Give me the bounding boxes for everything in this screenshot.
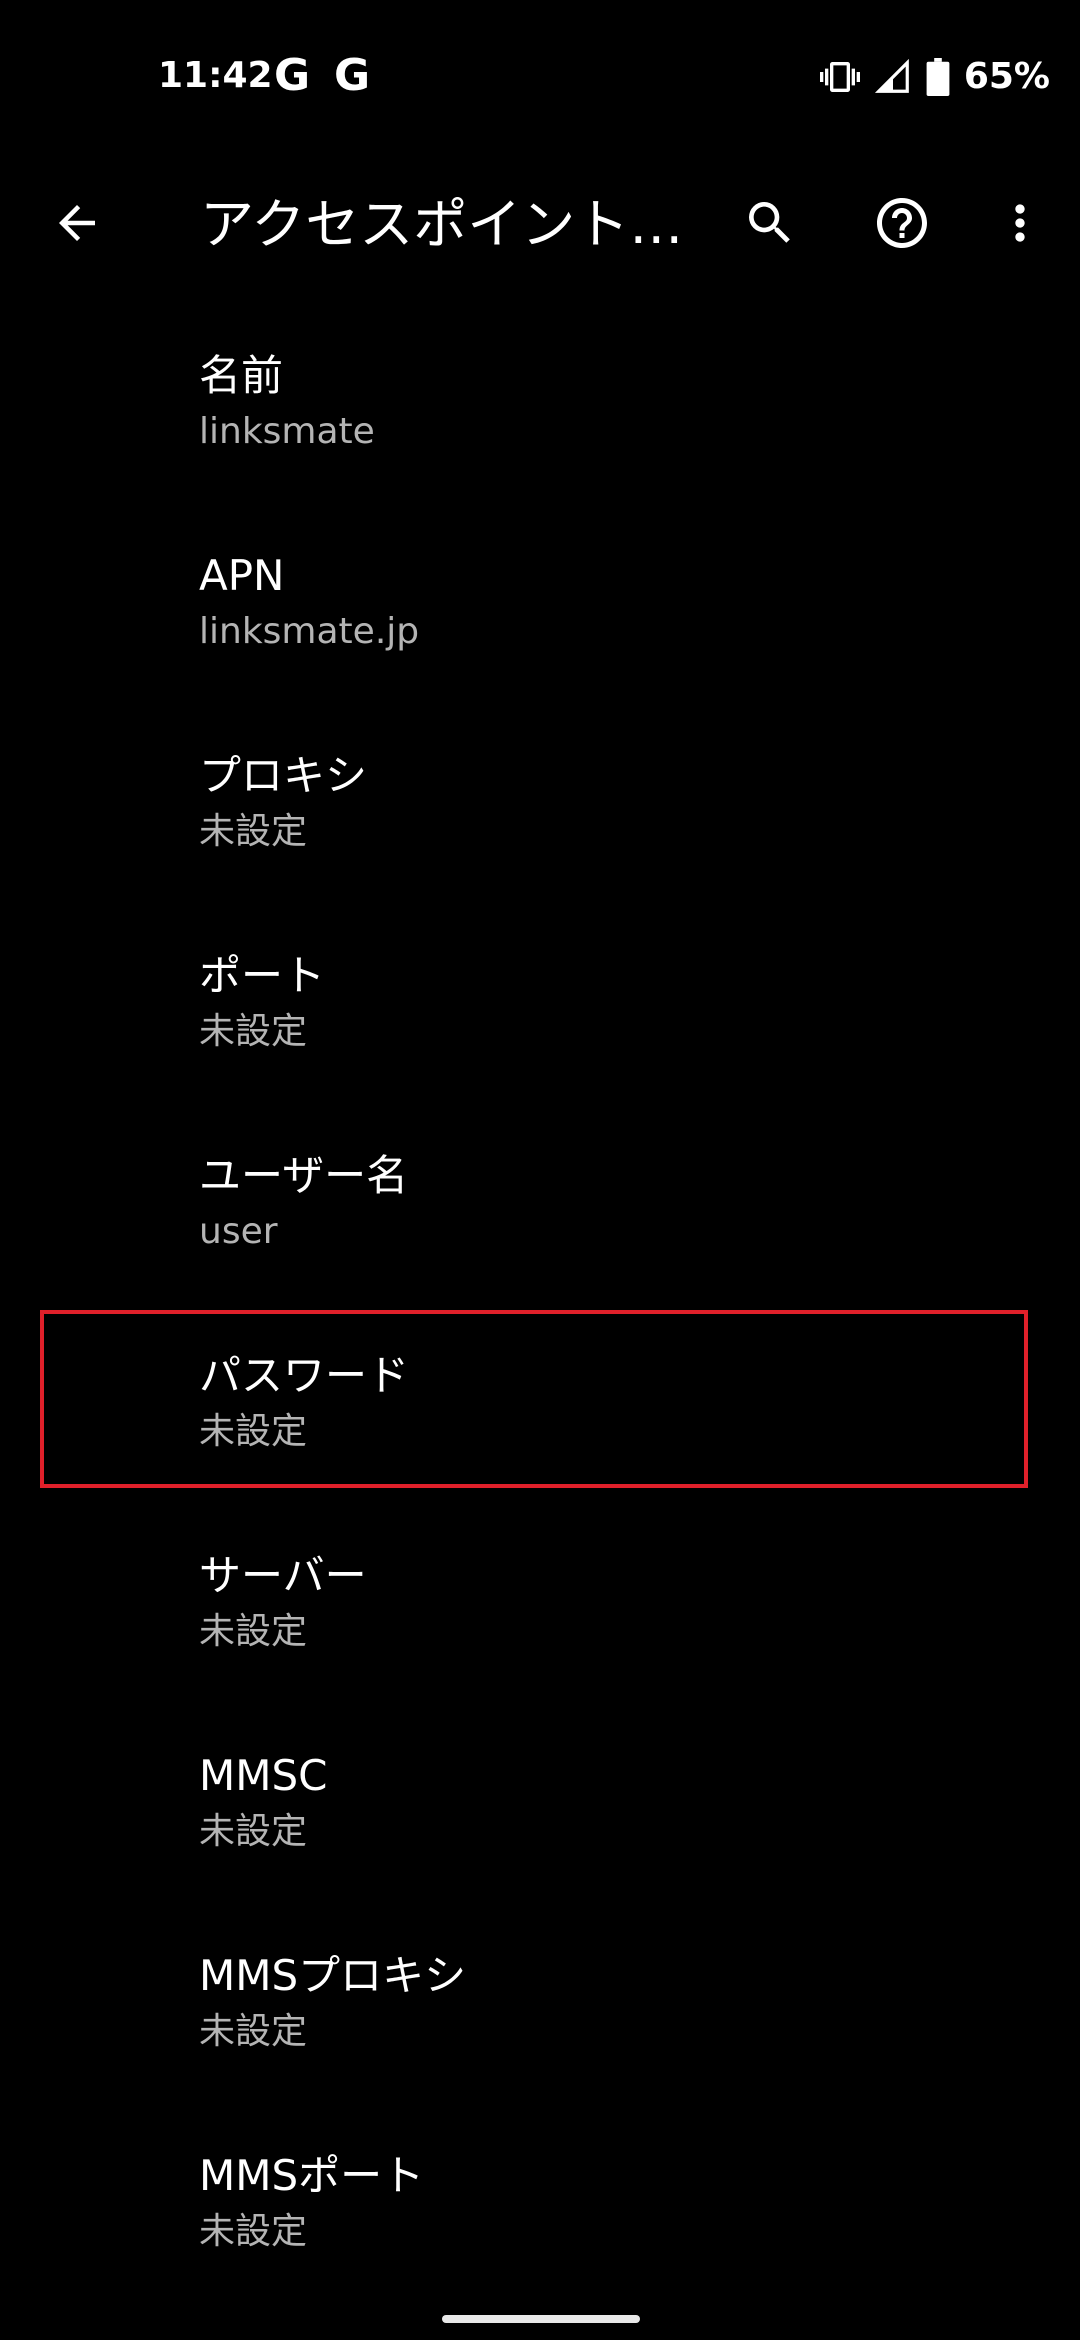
page-title: アクセスポイント… (200, 193, 680, 256)
pref-summary: 未設定 (199, 1611, 308, 1652)
search-icon (742, 195, 798, 255)
battery-icon (926, 58, 950, 96)
more-options-button[interactable] (978, 183, 1062, 267)
status-icons: 65% (819, 52, 1050, 102)
google-notification-icon: G (334, 50, 371, 101)
pref-summary: user (199, 1211, 278, 1252)
help-icon (872, 193, 932, 257)
vibrate-icon (819, 57, 860, 97)
pref-summary: 未設定 (199, 811, 308, 852)
pref-title: ポート (199, 951, 326, 1000)
pref-title: 名前 (199, 351, 284, 400)
status-bar: 11:42 G G 65% (0, 0, 1080, 150)
more-vert-icon (992, 195, 1048, 255)
status-time: 11:42 (158, 55, 273, 96)
pref-item-username[interactable]: ユーザー名 user (0, 1122, 1080, 1322)
signal-icon (874, 58, 912, 96)
pref-title: MMSプロキシ (199, 1951, 467, 2000)
pref-item-mms-proxy[interactable]: MMSプロキシ 未設定 (0, 1922, 1080, 2122)
search-button[interactable] (728, 183, 812, 267)
pref-title: MMSポート (199, 2151, 425, 2200)
pref-item-server[interactable]: サーバー 未設定 (0, 1522, 1080, 1722)
pref-title: サーバー (199, 1551, 367, 1600)
back-button[interactable] (35, 183, 119, 267)
pref-summary: 未設定 (199, 2011, 308, 2052)
pref-item-port[interactable]: ポート 未設定 (0, 922, 1080, 1122)
gesture-nav-handle[interactable] (442, 2315, 640, 2323)
pref-title: プロキシ (199, 751, 368, 800)
pref-summary: linksmate.jp (199, 611, 420, 652)
help-button[interactable] (860, 183, 944, 267)
pref-item-mmsc[interactable]: MMSC 未設定 (0, 1722, 1080, 1922)
pref-summary: 未設定 (199, 2211, 308, 2252)
pref-item-name[interactable]: 名前 linksmate (0, 322, 1080, 522)
top-app-bar: アクセスポイント… (0, 150, 1080, 300)
pref-summary: 未設定 (199, 1011, 308, 1052)
pref-item-apn[interactable]: APN linksmate.jp (0, 522, 1080, 722)
back-arrow-icon (50, 196, 104, 254)
google-notification-icon: G (274, 50, 311, 101)
pref-title: MMSC (199, 1751, 328, 1800)
pref-title: APN (199, 551, 285, 600)
pref-item-proxy[interactable]: プロキシ 未設定 (0, 722, 1080, 922)
pref-summary: linksmate (199, 411, 375, 452)
battery-percent: 65% (963, 56, 1050, 97)
highlight-box (40, 1310, 1028, 1488)
pref-summary: 未設定 (199, 1811, 308, 1852)
pref-item-mms-port[interactable]: MMSポート 未設定 (0, 2122, 1080, 2322)
pref-title: ユーザー名 (199, 1151, 409, 1200)
